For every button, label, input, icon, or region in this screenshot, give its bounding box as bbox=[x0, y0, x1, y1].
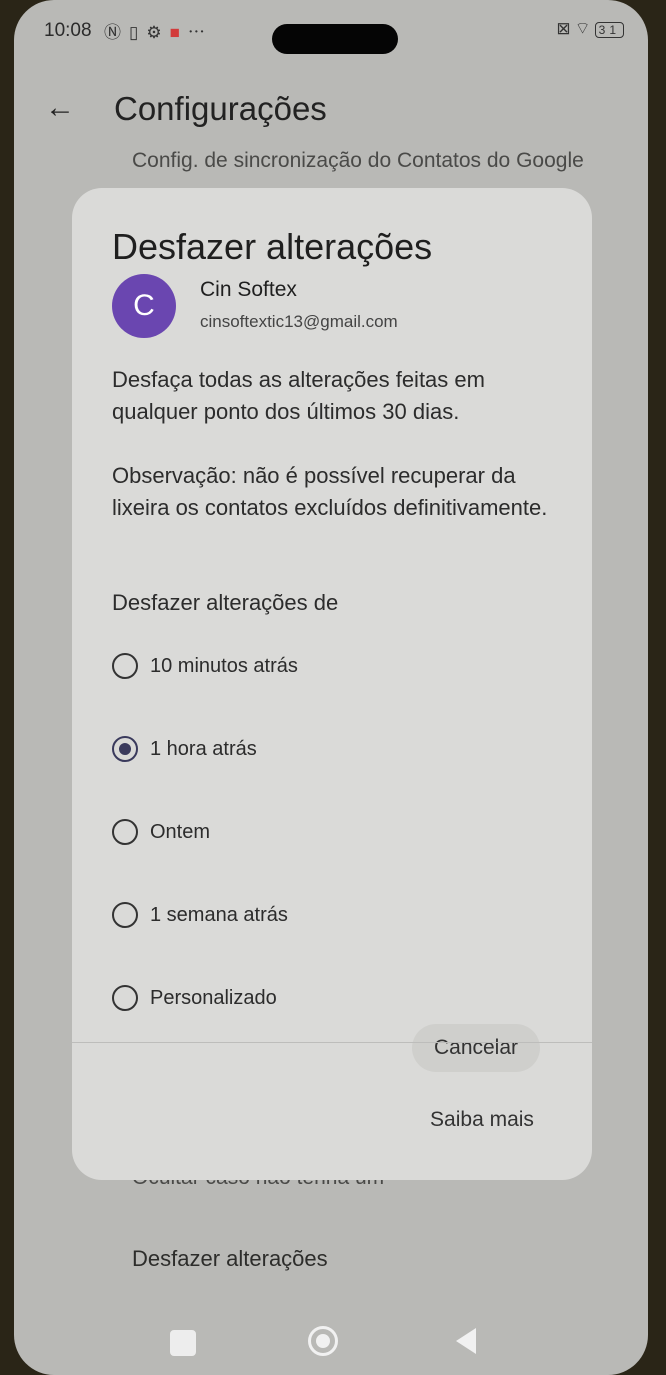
undo-from-label: Desfazer alterações de bbox=[112, 590, 339, 615]
option-10-minutes[interactable]: 10 minutos atrás bbox=[112, 646, 298, 686]
option-yesterday[interactable]: Ontem bbox=[112, 812, 210, 852]
page-title: Configurações bbox=[114, 90, 327, 127]
account-email: cinsoftextic13@gmail.com bbox=[200, 312, 398, 331]
option-1-hour[interactable]: 1 hora atrás bbox=[112, 729, 257, 769]
back-arrow-icon[interactable]: ← bbox=[40, 90, 80, 126]
option-label: 1 semana atrás bbox=[150, 903, 288, 926]
wifi-icon: ⌔ bbox=[574, 19, 595, 38]
status-icons-right: ⊠⌔ 31 bbox=[556, 18, 624, 39]
bg-undo-changes-item[interactable]: Desfazer alterações bbox=[132, 1246, 328, 1272]
radio-button-selected[interactable] bbox=[112, 736, 138, 762]
option-custom[interactable]: Personalizado bbox=[112, 978, 277, 1018]
radio-button[interactable] bbox=[112, 653, 138, 679]
radio-button[interactable] bbox=[112, 985, 138, 1011]
sim-icon: ▯ bbox=[129, 23, 147, 42]
app-icon: ■ bbox=[169, 23, 188, 42]
navigation-bar bbox=[14, 1300, 648, 1375]
learn-more-button[interactable]: Saiba mais bbox=[402, 1098, 562, 1142]
radio-button[interactable] bbox=[112, 902, 138, 928]
option-1-week[interactable]: 1 semana atrás bbox=[112, 895, 288, 935]
option-label: 1 hora atrás bbox=[150, 737, 257, 760]
dialog-description: Desfaça todas as alterações feitas em qu… bbox=[112, 367, 485, 424]
status-bar: 10:08 Ⓝ▯⚙■⋯ ⊠⌔ 31 bbox=[14, 0, 648, 64]
no-sim-icon: ⊠ bbox=[556, 19, 575, 38]
avatar[interactable]: C bbox=[112, 274, 176, 338]
home-icon[interactable] bbox=[308, 1326, 338, 1356]
gear-icon: ⚙ bbox=[146, 23, 170, 42]
cancel-button[interactable]: Cancelar bbox=[412, 1024, 540, 1072]
undo-changes-dialog: Desfazer alterações C Cin Softex cinsoft… bbox=[72, 188, 592, 1180]
nfc-icon: Ⓝ bbox=[104, 23, 129, 42]
status-icons-left: Ⓝ▯⚙■⋯ bbox=[104, 18, 213, 43]
dialog-note: Observação: não é possível recuperar da … bbox=[112, 463, 548, 520]
status-time: 10:08 bbox=[44, 20, 92, 41]
radio-button[interactable] bbox=[112, 819, 138, 845]
account-name: Cin Softex bbox=[200, 278, 297, 301]
app-bar: ← Configurações bbox=[14, 76, 648, 140]
back-icon[interactable] bbox=[456, 1328, 476, 1354]
battery-icon: 31 bbox=[594, 22, 624, 38]
dialog-divider bbox=[72, 1042, 592, 1043]
recents-icon[interactable] bbox=[170, 1330, 196, 1356]
camera-notch bbox=[272, 24, 398, 54]
more-icon: ⋯ bbox=[187, 23, 213, 42]
option-label: Ontem bbox=[150, 820, 211, 843]
option-label: 10 minutos atrás bbox=[150, 654, 298, 677]
battery-level: 31 bbox=[598, 23, 620, 37]
screen: 10:08 Ⓝ▯⚙■⋯ ⊠⌔ 31 ← Configurações Config.… bbox=[14, 0, 648, 1375]
option-label: Personalizado bbox=[150, 986, 277, 1009]
dialog-title: Desfazer alterações bbox=[112, 226, 433, 267]
bg-sync-settings-item[interactable]: Config. de sincronização do Contatos do … bbox=[132, 146, 612, 176]
